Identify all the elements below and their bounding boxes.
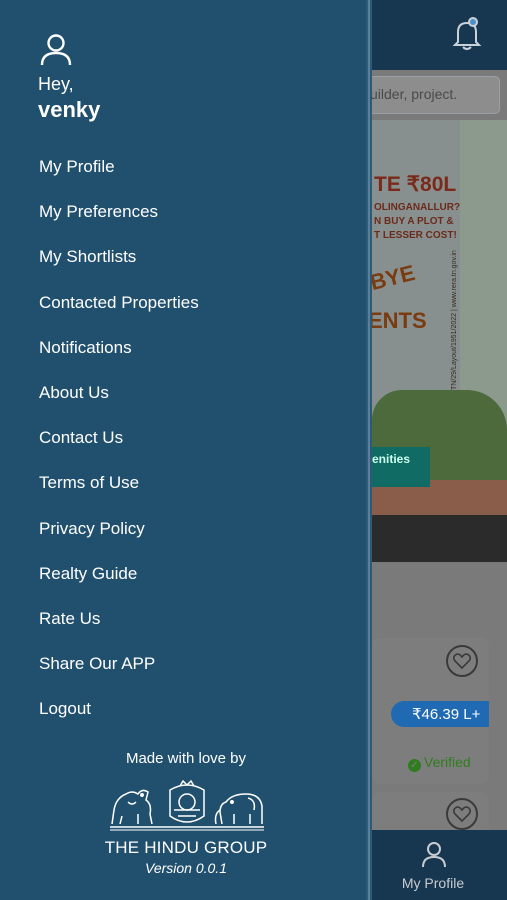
drawer-scrollbar <box>366 0 372 900</box>
menu-item-privacy-policy[interactable]: Privacy Policy <box>39 517 199 562</box>
banner-line-1: OLINGANALLUR? <box>374 202 461 213</box>
check-circle-icon: ✓ <box>408 759 421 772</box>
menu-item-logout[interactable]: Logout <box>39 697 199 742</box>
banner-price: TE ₹80L <box>374 173 457 196</box>
shortlist-heart-icon-2[interactable] <box>446 798 478 830</box>
amenities-tag: enities <box>372 447 430 487</box>
banner-line-2: N BUY A PLOT & <box>374 216 454 227</box>
menu-item-my-profile[interactable]: My Profile <box>39 155 199 200</box>
menu-item-share-our-app[interactable]: Share Our APP <box>39 652 199 697</box>
brand-name: THE HINDU GROUP <box>104 838 268 857</box>
menu-item-terms-of-use[interactable]: Terms of Use <box>39 471 199 516</box>
notifications-bell-icon[interactable] <box>452 16 482 52</box>
navigation-drawer: Hey, venky My Profile My Preferences My … <box>0 0 372 900</box>
banner-line-3: T LESSER COST! <box>374 230 457 241</box>
menu-item-rate-us[interactable]: Rate Us <box>39 607 199 652</box>
banner-decor-text-2: ENTS <box>372 308 427 333</box>
shortlist-heart-icon[interactable] <box>446 645 478 677</box>
menu-item-about-us[interactable]: About Us <box>39 381 199 426</box>
verified-badge: ✓ Verified <box>408 754 471 772</box>
search-placeholder: uilder, project. <box>370 86 458 102</box>
menu-item-realty-guide[interactable]: Realty Guide <box>39 562 199 607</box>
price-badge: ₹46.39 L+ <box>391 701 489 727</box>
greeting: Hey, <box>38 74 74 94</box>
profile-nav-icon[interactable] <box>422 842 446 873</box>
menu-item-contact-us[interactable]: Contact Us <box>39 426 199 471</box>
menu-item-my-preferences[interactable]: My Preferences <box>39 200 199 245</box>
promo-banner[interactable]: TE ₹80L OLINGANALLUR? N BUY A PLOT & T L… <box>372 120 507 562</box>
hindu-group-logo <box>108 779 266 837</box>
user-icon <box>40 34 72 71</box>
drawer-menu: My Profile My Preferences My Shortlists … <box>39 155 199 742</box>
menu-item-contacted-properties[interactable]: Contacted Properties <box>39 291 199 336</box>
banner-rera: TN/29/Layout/1951/2022 | www.rera.tn.gov… <box>451 250 458 390</box>
username: venky <box>38 97 101 122</box>
bottom-nav: My Profile <box>372 830 507 900</box>
app-version: Version 0.0.1 <box>145 860 227 876</box>
menu-item-notifications[interactable]: Notifications <box>39 336 199 381</box>
menu-item-my-shortlists[interactable]: My Shortlists <box>39 245 199 290</box>
made-with-text: Made with love by <box>125 750 247 767</box>
bottom-nav-profile-label[interactable]: My Profile <box>372 875 494 891</box>
